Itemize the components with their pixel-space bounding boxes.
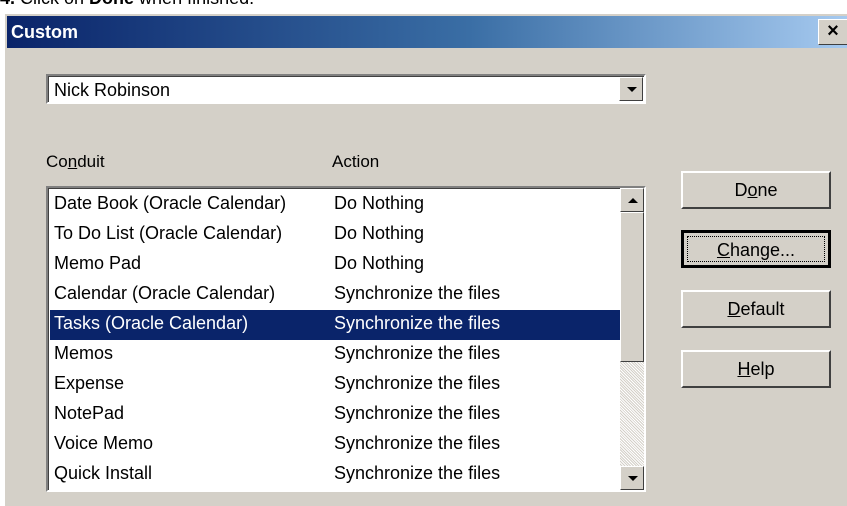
list-item[interactable]: Quick Install Synchronize the files (50, 460, 622, 490)
instruction-bold-word: Done (89, 0, 134, 8)
scroll-thumb[interactable] (620, 212, 644, 362)
action-column-header: Action (332, 152, 380, 171)
list-item[interactable]: Calendar (Oracle Calendar) Synchronize th… (50, 280, 622, 310)
conduit-action: Do Nothing (334, 193, 425, 213)
conduit-action: Synchronize the files (334, 373, 501, 393)
close-button[interactable]: × (818, 19, 847, 45)
focus-rect: Change... (687, 236, 825, 262)
title-bar[interactable]: Custom × (7, 16, 847, 48)
list-item[interactable]: To Do List (Oracle Calendar) Do Nothing (50, 220, 622, 250)
conduit-name: Date Book (Oracle Calendar) (54, 193, 287, 213)
instruction-tail: when finished. (134, 0, 254, 8)
list-item[interactable]: NotePad Synchronize the files (50, 400, 622, 430)
step-number: 4. (0, 0, 15, 8)
user-select-dropdown-button[interactable] (619, 77, 643, 101)
conduit-name: Quick Install (54, 463, 153, 483)
conduit-name: Tasks (Oracle Calendar) (54, 313, 249, 333)
done-button[interactable]: Done (681, 171, 831, 209)
default-button[interactable]: Default (681, 290, 831, 328)
close-icon: × (827, 20, 839, 42)
conduit-name: NotePad (54, 403, 125, 423)
conduit-name: Calendar (Oracle Calendar) (54, 283, 276, 303)
scroll-up-button[interactable] (620, 188, 644, 212)
conduit-action: Do Nothing (334, 223, 425, 243)
conduit-name: Memos (54, 343, 114, 363)
conduit-name: Memo Pad (54, 253, 142, 273)
list-item[interactable]: Tasks (Oracle Calendar) Synchronize the f… (50, 310, 622, 340)
conduit-action: Synchronize the files (334, 283, 501, 303)
conduit-column-header: Conduit (46, 152, 105, 171)
user-select-value: Nick Robinson (54, 80, 171, 100)
instruction-lead: Click on (15, 0, 89, 8)
arrow-up-icon (628, 198, 638, 203)
conduit-action: Synchronize the files (334, 403, 501, 423)
user-select[interactable]: Nick Robinson (46, 74, 646, 104)
instruction-text: 4. Click on Done when finished. (0, 0, 254, 8)
help-button[interactable]: Help (681, 350, 831, 388)
arrow-down-icon (628, 476, 638, 481)
conduit-name: Voice Memo (54, 433, 154, 453)
change-button[interactable]: Change... (681, 230, 831, 268)
dialog-title: Custom (11, 22, 78, 42)
conduit-action: Synchronize the files (334, 433, 501, 453)
conduit-list[interactable]: Date Book (Oracle Calendar) Do Nothing To … (46, 186, 646, 492)
list-item[interactable]: Date Book (Oracle Calendar) Do Nothing (50, 190, 622, 220)
conduit-action: Do Nothing (334, 253, 425, 273)
conduit-name: To Do List (Oracle Calendar) (54, 223, 283, 243)
list-scrollbar[interactable] (620, 188, 644, 490)
conduit-action: Synchronize the files (334, 463, 501, 483)
conduit-name: Expense (54, 373, 125, 393)
list-item[interactable]: Memos Synchronize the files (50, 340, 622, 370)
list-item[interactable]: Voice Memo Synchronize the files (50, 430, 622, 460)
list-item[interactable]: Memo Pad Do Nothing (50, 250, 622, 280)
chevron-down-icon (627, 87, 637, 92)
scroll-down-button[interactable] (620, 466, 644, 490)
conduit-action: Synchronize the files (334, 313, 501, 333)
list-item[interactable]: Expense Synchronize the files (50, 370, 622, 400)
custom-dialog: Custom × Nick Robinson Conduit Action Da… (4, 13, 847, 506)
conduit-action: Synchronize the files (334, 343, 501, 363)
